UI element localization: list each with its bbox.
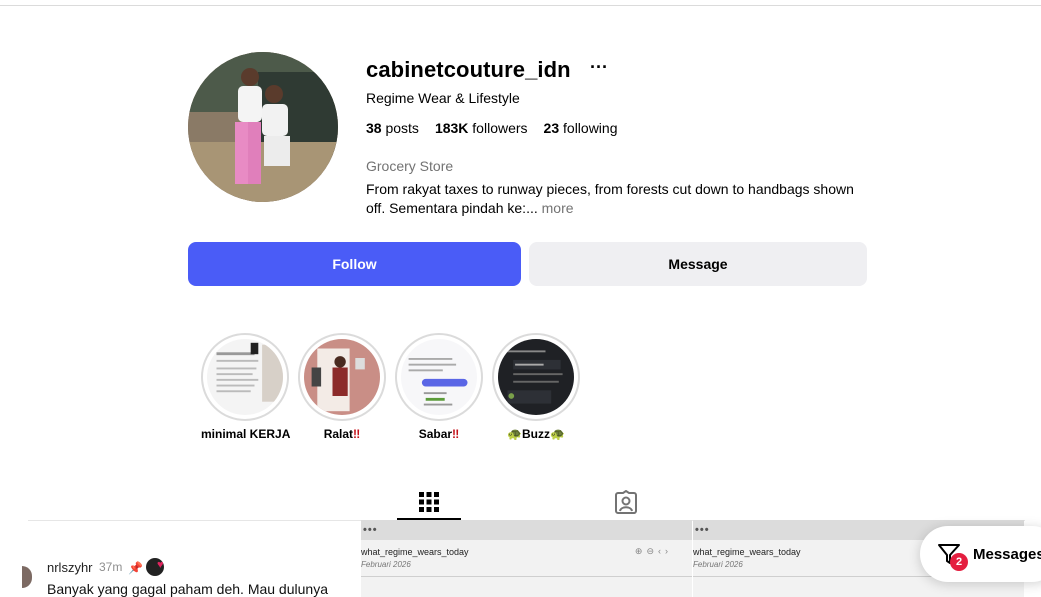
highlight-sabar[interactable]: Sabar‼ [395, 333, 483, 441]
highlight-ralat[interactable]: Ralat‼ [298, 333, 386, 441]
highlight-cover [498, 339, 574, 415]
post-header-dots: ••• [361, 520, 692, 540]
tab-tagged[interactable] [594, 484, 658, 520]
highlight-label: 🐢Buzz🐢 [507, 427, 565, 441]
highlight-minimal-kerja[interactable]: minimal KERJA [201, 333, 291, 441]
following-stat[interactable]: 23 following [544, 120, 618, 136]
highlight-cover [401, 339, 477, 415]
post-date: Februari 2026 [361, 560, 411, 569]
messages-button[interactable]: Messages [920, 526, 1041, 582]
highlight-cover [304, 339, 380, 415]
liked-by-creator-heart-icon: ♥ [157, 559, 164, 571]
comment-text: Banyak yang gagal paham deh. Mau dulunya [47, 581, 328, 597]
highlight-label: minimal KERJA [201, 427, 291, 441]
highlight-label: Sabar‼ [418, 427, 460, 441]
post-toolbar-icons: ⊕⊖‹› [634, 546, 672, 556]
highlight-buzz[interactable]: 🐢Buzz🐢 [492, 333, 580, 441]
profile-bio: From rakyat taxes to runway pieces, from… [366, 180, 866, 218]
post-account-name: what_regime_wears_today [361, 547, 469, 557]
top-divider [0, 5, 1041, 6]
profile-avatar[interactable] [188, 52, 338, 202]
post-account-name: what_regime_wears_today [693, 547, 801, 557]
profile-full-name: Regime Wear & Lifestyle [366, 90, 520, 106]
messages-label: Messages [973, 545, 1041, 563]
tagged-person-icon [615, 490, 637, 514]
profile-category: Grocery Store [366, 158, 454, 174]
pin-icon: 📌 [128, 561, 143, 575]
post-thumbnail[interactable]: ••• what_regime_wears_today Februari 202… [361, 520, 692, 597]
comment-username[interactable]: nrlszyhr [47, 560, 93, 575]
avatar-photo [188, 52, 338, 202]
tab-posts-grid[interactable] [397, 484, 461, 520]
highlight-label: Ralat‼ [323, 427, 361, 441]
comment-time: 37m [99, 560, 123, 574]
profile-username: cabinetcouture_idn [366, 57, 571, 82]
post-date: Februari 2026 [693, 560, 743, 569]
messages-unread-badge: 2 [950, 553, 968, 571]
followers-stat[interactable]: 183K followers [435, 120, 528, 136]
grid-icon [419, 492, 439, 512]
posts-stat: 38 posts [366, 120, 419, 136]
bio-more-link[interactable]: more [542, 200, 574, 216]
bio-text: From rakyat taxes to runway pieces, from… [366, 181, 854, 216]
profile-stats: 38 posts 183K followers 23 following [366, 120, 618, 136]
highlight-cover [207, 339, 283, 415]
follow-button[interactable]: Follow [188, 242, 521, 286]
more-options-icon[interactable]: ··· [590, 57, 608, 78]
message-button[interactable]: Message [529, 242, 867, 286]
